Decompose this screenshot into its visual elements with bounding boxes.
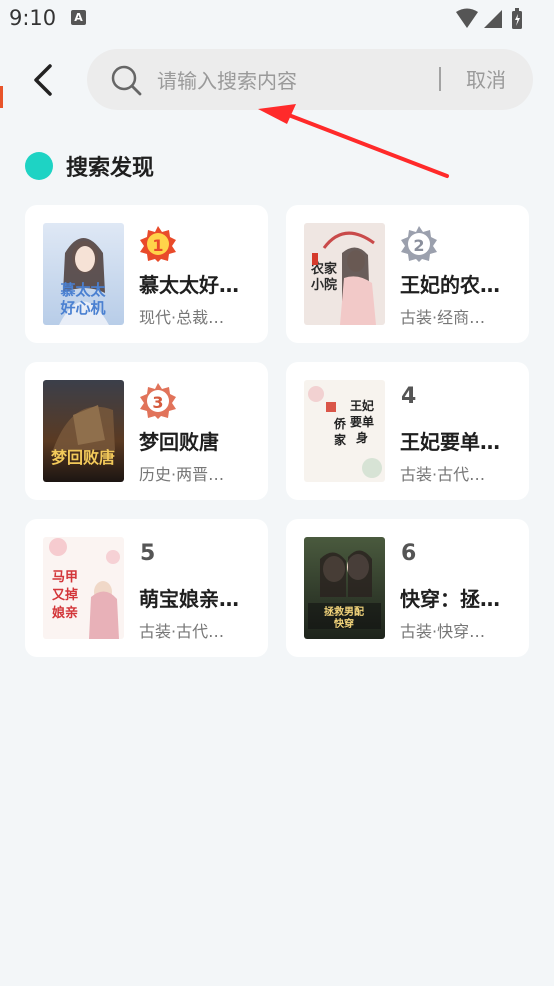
svg-text:快穿: 快穿 (333, 617, 354, 630)
search-box[interactable]: 请输入搜索内容 取消 (87, 49, 533, 110)
book-cover[interactable]: 王妃 要单 身 侨 家 (304, 380, 385, 482)
svg-text:1: 1 (152, 236, 163, 255)
rank-3-badge-icon: 3 (140, 383, 176, 419)
rank-1-badge-icon: 1 (140, 226, 176, 262)
book-card[interactable]: 王妃 要单 身 侨 家 4 王妃要单… 古装·古代… (286, 362, 529, 500)
status-icons (454, 8, 544, 34)
section-dot (25, 152, 53, 180)
book-tags: 古装·经商… (400, 308, 486, 327)
book-tags: 现代·总裁… (139, 308, 225, 327)
wifi-icon (456, 8, 478, 28)
svg-text:娘亲: 娘亲 (52, 605, 78, 621)
book-tags: 古装·快穿… (400, 622, 486, 641)
book-card[interactable]: 梦回败唐 3 梦回败唐 历史·两晋… (25, 362, 268, 500)
chevron-left-icon (34, 64, 52, 96)
svg-text:马甲: 马甲 (52, 570, 78, 585)
book-cover[interactable]: 马甲 又掉 娘亲 (43, 537, 124, 639)
book-cover[interactable]: 慕太太 好心机 (43, 223, 124, 325)
svg-text:侨: 侨 (333, 416, 347, 431)
svg-text:慕太太: 慕太太 (59, 281, 106, 299)
svg-text:3: 3 (152, 393, 163, 412)
svg-text:2: 2 (413, 236, 424, 255)
svg-text:好心机: 好心机 (59, 299, 105, 317)
book-title: 梦回败唐 (139, 430, 219, 454)
rank-number: 4 (401, 384, 417, 409)
back-button[interactable] (26, 60, 62, 100)
book-tags: 古装·古代… (400, 465, 486, 484)
book-cover[interactable]: 梦回败唐 (43, 380, 124, 482)
edge-marker (0, 86, 3, 108)
status-bar: 9:10 A (0, 0, 554, 38)
search-icon (111, 65, 142, 96)
book-title: 王妃的农… (400, 273, 500, 297)
signal-icon (484, 10, 502, 28)
svg-text:拯救男配: 拯救男配 (324, 605, 364, 618)
notification-icon: A (71, 10, 86, 25)
book-tags: 古装·古代… (139, 622, 225, 641)
rank-number: 5 (140, 541, 156, 566)
book-title: 萌宝娘亲… (139, 587, 239, 611)
book-tags: 历史·两晋… (139, 465, 225, 484)
svg-text:家: 家 (334, 432, 347, 447)
book-card[interactable]: 农家 小院 2 王妃的农… 古装·经商… (286, 205, 529, 343)
search-input[interactable]: 请输入搜索内容 (157, 65, 297, 93)
svg-text:又掉: 又掉 (51, 587, 78, 603)
search-divider (439, 67, 441, 91)
book-cover[interactable]: 拯救男配 快穿 (304, 537, 385, 639)
svg-text:身: 身 (356, 430, 368, 445)
battery-icon (512, 8, 522, 29)
book-title: 快穿：拯… (400, 587, 500, 611)
cancel-button[interactable]: 取消 (466, 64, 506, 93)
svg-text:小院: 小院 (311, 277, 337, 293)
status-time: 9:10 (9, 6, 57, 30)
book-card[interactable]: 马甲 又掉 娘亲 5 萌宝娘亲… 古装·古代… (25, 519, 268, 657)
book-card[interactable]: 拯救男配 快穿 6 快穿：拯… 古装·快穿… (286, 519, 529, 657)
svg-text:梦回败唐: 梦回败唐 (51, 448, 115, 467)
book-cover[interactable]: 农家 小院 (304, 223, 385, 325)
section-title: 搜索发现 (66, 156, 155, 181)
book-title: 慕太太好… (139, 273, 239, 297)
book-title: 王妃要单… (400, 430, 500, 454)
book-card[interactable]: 慕太太 好心机 1 慕太太好… 现代·总裁… (25, 205, 268, 343)
svg-text:王妃: 王妃 (350, 398, 374, 413)
rank-2-badge-icon: 2 (401, 226, 437, 262)
svg-text:要单: 要单 (350, 414, 374, 429)
rank-number: 6 (401, 541, 417, 566)
